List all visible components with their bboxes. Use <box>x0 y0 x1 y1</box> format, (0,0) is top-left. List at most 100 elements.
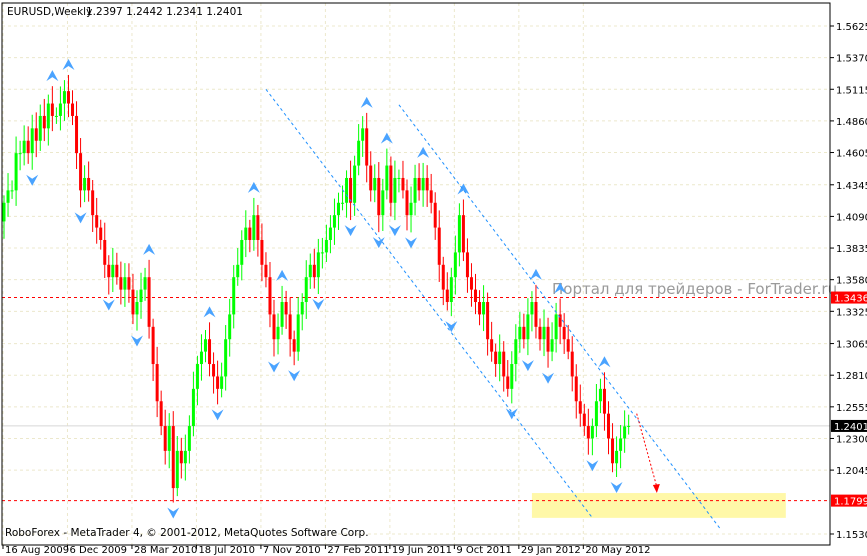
candle-body <box>300 302 304 315</box>
plot-border <box>1 2 831 546</box>
candle-body <box>542 326 546 340</box>
candle-body <box>494 351 498 365</box>
candle-body <box>75 115 79 154</box>
time-axis[interactable]: 16 Aug 2009 6 Dec 2009 28 Mar 2010 18 Jul 2… <box>2 545 651 556</box>
fractal-up-icon <box>529 268 542 280</box>
fractal-up-icon <box>143 243 156 255</box>
candle-body <box>171 426 175 489</box>
fractal-up-icon <box>46 70 59 82</box>
candle-body <box>111 264 115 278</box>
y-tick-label: 1.4090 <box>836 212 867 223</box>
ohlc-header: 1.2397 1.2442 1.2341 1.2401 <box>86 6 243 18</box>
candle-body <box>361 128 365 141</box>
y-tick-label: 1.3835 <box>836 244 867 255</box>
x-tick-label: 19 Jun 2011 <box>392 545 452 556</box>
candle-body <box>393 177 397 203</box>
candle-body <box>397 177 401 179</box>
candle-body <box>341 202 345 204</box>
candle-body <box>365 128 369 166</box>
candle-body <box>264 264 268 278</box>
fractal-down-icon <box>102 299 115 311</box>
fractal-down-icon <box>211 409 224 421</box>
candle-body <box>91 190 95 216</box>
candle-body <box>417 177 421 191</box>
candle-body <box>308 264 312 278</box>
level-tag-label: 1.3436 <box>834 294 867 305</box>
candle-body <box>316 252 320 278</box>
forecast-arrow-line <box>636 413 658 488</box>
y-tick-label: 1.5625 <box>836 22 867 33</box>
fractal-up-icon <box>62 58 75 70</box>
candle-body <box>590 426 594 439</box>
candle-body <box>6 190 10 203</box>
x-tick-label: 20 May 2012 <box>585 545 650 556</box>
candle-body <box>615 450 619 464</box>
fractal-down-icon <box>288 370 301 382</box>
candle-body <box>373 177 377 191</box>
candle-body <box>506 376 510 389</box>
fractal-up-icon <box>276 269 289 281</box>
price-axis[interactable]: 1.5625 1.5370 1.5115 1.4860 1.4605 1.4345 1.40… <box>830 22 867 541</box>
watermark: Портал для трейдеров - ForTrader.ru <box>552 280 837 298</box>
candle-body <box>502 351 506 377</box>
fractal-down-icon <box>130 335 143 347</box>
x-tick-label: 6 Dec 2009 <box>69 545 127 556</box>
candle-body <box>58 103 62 116</box>
candle-body <box>562 326 566 340</box>
y-tick-label: 1.2555 <box>836 403 867 414</box>
candle-body <box>530 302 534 315</box>
candle-body <box>578 401 582 414</box>
candle-body <box>405 190 409 216</box>
candle-body <box>389 165 393 203</box>
candle-body <box>546 326 550 352</box>
candle-body <box>345 177 349 203</box>
candle-body <box>280 302 284 327</box>
candle-body <box>95 215 99 228</box>
candle-body <box>586 426 590 439</box>
candle-body <box>155 364 159 402</box>
candle-body <box>490 339 494 352</box>
candle-body <box>14 153 18 191</box>
level-tag-label: 1.1799 <box>834 497 867 508</box>
candle-body <box>429 190 433 203</box>
candle-body <box>385 165 389 191</box>
candle-body <box>445 289 449 303</box>
eurusd-weekly-chart[interactable]: Портал для трейдеров - ForTrader.ru 1.56… <box>0 0 867 556</box>
candle-body <box>336 202 340 216</box>
candle-body <box>377 177 381 216</box>
candle-body <box>288 314 292 340</box>
candle-body <box>212 364 216 377</box>
fractal-down-icon <box>505 408 518 420</box>
candle-body <box>602 388 606 414</box>
candle-body <box>526 314 530 340</box>
candle-body <box>71 103 75 116</box>
candle-body <box>83 177 87 191</box>
forecast-arrow-icon <box>652 484 660 494</box>
candle-body <box>465 252 469 278</box>
candle-body <box>292 339 296 352</box>
candle-body <box>268 277 272 315</box>
candle-body <box>498 351 502 365</box>
candle-body <box>550 339 554 352</box>
candle-body <box>119 277 123 290</box>
candle-body <box>38 115 42 141</box>
target-zone <box>531 493 786 518</box>
y-tick-label: 1.5370 <box>836 54 867 65</box>
candle-body <box>252 215 256 240</box>
candle-body <box>357 140 361 166</box>
footer-copyright: RoboForex - MetaTrader 4, © 2001-2012, M… <box>5 527 369 539</box>
candle-body <box>324 239 328 253</box>
candle-body <box>46 103 50 129</box>
candle-body <box>135 302 139 315</box>
candle-body <box>183 450 187 464</box>
candle-body <box>228 314 232 340</box>
candle-body <box>66 91 70 104</box>
y-tick-label: 1.1530 <box>836 530 867 541</box>
x-tick-label: 7 Nov 2010 <box>263 545 321 556</box>
candle-body <box>538 326 542 340</box>
candle-body <box>139 289 143 303</box>
candle-body <box>304 277 308 303</box>
candle-body <box>276 326 280 340</box>
y-tick-label: 1.4605 <box>836 149 867 160</box>
x-tick-label: 29 Jan 2012 <box>521 545 581 556</box>
